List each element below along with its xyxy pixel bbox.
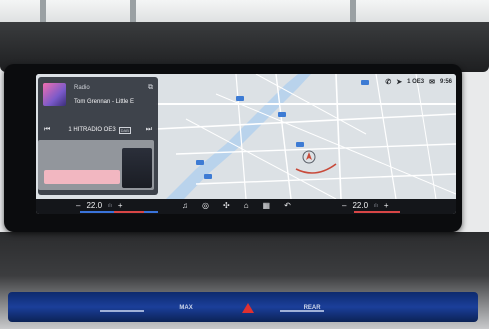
media-controls: ⏮ 1 HITRADIO OE3 DAB ⏭ [44,125,152,135]
dab-badge: DAB [118,126,131,134]
fan-icon[interactable]: ✣ [223,201,230,210]
road-marker [204,174,212,179]
status-bar: ✆ ➤ 1 OE3 ✉ 9:56 [385,76,452,88]
photo-scene: ✆ ➤ 1 OE3 ✉ 9:56 Radio Tom Grennan - Lit… [0,0,489,329]
driver-temp-up-button[interactable]: + [118,201,123,210]
passenger-temp-up-button[interactable]: + [384,201,389,210]
home-icon[interactable]: ⌂ [244,201,249,210]
quick-actions: ♫ ◎ ✣ ⌂ ▦ ↶ [182,201,291,210]
road-marker [296,142,304,147]
clock: 9:56 [439,79,452,85]
apps-grid-icon[interactable]: ▦ [263,201,271,210]
previous-track-icon[interactable]: ⏮ [44,126,50,134]
passenger-temperature[interactable]: 22.0 [352,201,368,210]
road-marker [278,112,286,117]
media-source-icon[interactable]: ⧉ [148,84,153,92]
track-title: Tom Grennan - Little E [74,99,135,105]
next-track-icon[interactable]: ⏭ [146,126,152,134]
driver-temp-indicator-warm [114,211,144,213]
rear-defrost-button[interactable]: REAR [304,305,321,311]
passenger-climate: – 22.0 ılı + [342,201,389,210]
driver-temp-down-button[interactable]: – [76,201,80,210]
infotainment-screen: ✆ ➤ 1 OE3 ✉ 9:56 Radio Tom Grennan - Lit… [36,74,456,214]
message-icon: ✉ [429,78,435,86]
passenger-temp-down-button[interactable]: – [342,201,346,210]
driver-climate: – 22.0 ılı + [76,201,123,210]
back-icon[interactable]: ↶ [284,201,291,210]
media-icon[interactable]: ◎ [202,201,209,210]
road-marker [196,160,204,165]
driver-temperature[interactable]: 22.0 [86,201,102,210]
road-marker [361,80,369,85]
station-name: 1 HITRADIO OE3 [68,127,116,133]
passenger-temp-indicator [354,211,400,213]
max-defrost-button[interactable]: MAX [179,305,192,311]
phone-icon: ✆ [385,78,392,86]
hazard-icon[interactable] [242,303,255,313]
widget-image [122,148,152,188]
navigation-arrow-icon: ➤ [396,78,403,86]
vehicle-position-icon [302,150,316,164]
media-source-label: Radio [74,85,90,91]
road-marker [236,96,244,101]
status-station: 1 OE3 [407,79,425,85]
fan-level-icon: ılı [374,202,378,209]
album-art [43,83,66,106]
music-icon[interactable]: ♫ [182,201,188,210]
physical-buttons: MAX REAR [90,300,410,316]
fan-level-icon: ılı [108,202,112,209]
widget-button[interactable] [44,170,120,184]
